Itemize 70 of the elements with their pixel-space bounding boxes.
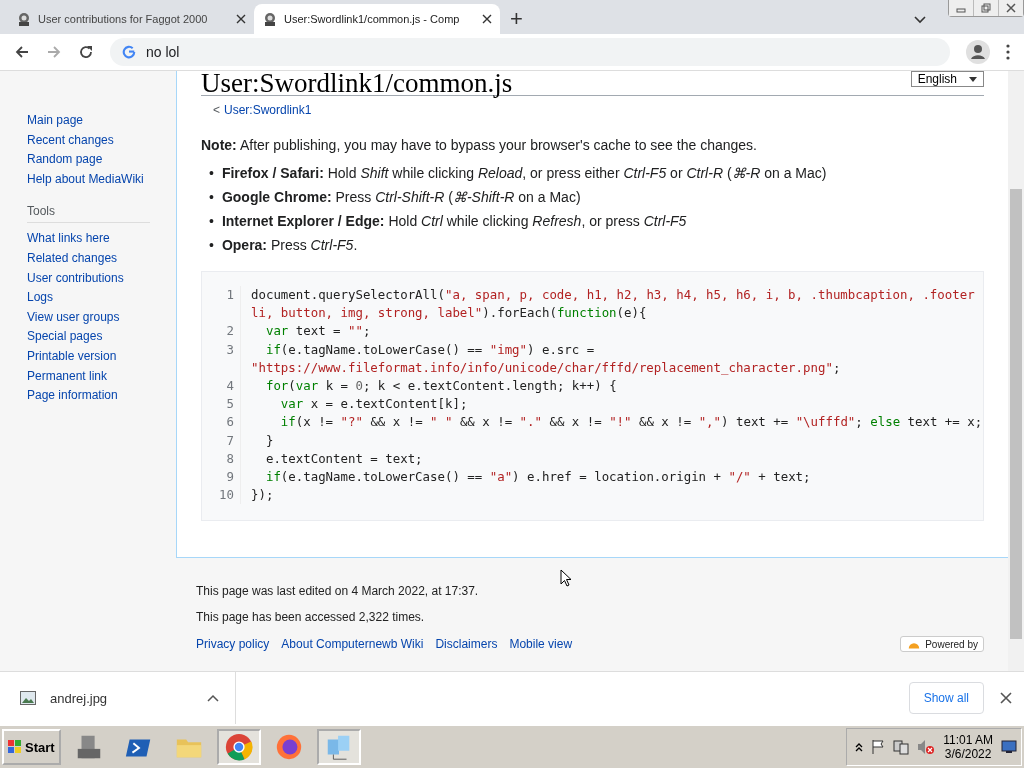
clock-time[interactable]: 11:01 AM: [943, 733, 993, 747]
sidebar-link[interactable]: Help about MediaWiki: [27, 169, 176, 190]
sidebar-link[interactable]: Main page: [27, 111, 176, 131]
scrollbar[interactable]: [1008, 71, 1024, 671]
close-button[interactable]: [998, 0, 1023, 16]
bullet: •: [209, 188, 214, 207]
sidebar-link[interactable]: Printable version: [27, 346, 176, 367]
close-icon[interactable]: [236, 14, 246, 24]
sidebar-link[interactable]: Related changes: [27, 248, 176, 269]
bullet: •: [209, 212, 214, 231]
sidebar-link[interactable]: What links here: [27, 229, 176, 249]
restore-button[interactable]: [973, 0, 998, 16]
bullet: •: [209, 236, 214, 255]
sidebar-link[interactable]: Logs: [27, 288, 176, 308]
sidebar-link[interactable]: Random page: [27, 150, 176, 170]
browser-icon: [223, 732, 254, 762]
footer-link[interactable]: Privacy policy: [196, 637, 270, 652]
instruction-item: Internet Explorer / Edge: Hold Ctrl while clicking Refresh, or press Ctrl-F5: [221, 212, 687, 231]
footer-text: This page was last edited on 4 March 2022, at 17:37.: [196, 584, 480, 599]
chevron-down-icon[interactable]: [914, 16, 926, 24]
sidebar-link[interactable]: User contributions: [27, 268, 176, 289]
note-text: Note: After publishing, you may have to bypass your browser's cache to see the changes.: [201, 137, 758, 153]
show-desktop-icon[interactable]: [1001, 740, 1017, 754]
restore-icon: [980, 2, 992, 14]
mouse-cursor-icon: [560, 569, 572, 587]
network-icon[interactable]: [893, 739, 910, 755]
breadcrumb-link[interactable]: User:Swordlink1: [224, 103, 312, 117]
browser-tab[interactable]: User contributions for Faggot 2000: [8, 4, 254, 34]
windows-logo-icon: [8, 740, 22, 754]
image-file-icon: [20, 691, 36, 705]
speaker-muted-icon[interactable]: [917, 739, 936, 755]
show-all-button[interactable]: Show all: [908, 682, 984, 714]
favicon-icon: [262, 11, 278, 27]
back-icon[interactable]: [14, 44, 30, 60]
flag-icon[interactable]: [871, 739, 886, 755]
footer-link[interactable]: Disclaimers: [435, 637, 498, 652]
address-bar[interactable]: no lol: [110, 38, 950, 66]
footer-link[interactable]: About Computernewb Wiki: [281, 637, 424, 652]
menu-icon[interactable]: [1006, 44, 1010, 60]
footer-text: This page has been accessed 2,322 times.: [196, 610, 426, 625]
new-tab-button[interactable]: +: [500, 4, 533, 34]
close-icon[interactable]: [482, 14, 492, 24]
sidebar-link[interactable]: Recent changes: [27, 130, 176, 151]
browser-tab[interactable]: User:Swordlink1/common.js - Comp: [254, 4, 500, 34]
start-button[interactable]: Start: [2, 729, 61, 765]
download-filename[interactable]: andrej.jpg: [50, 690, 193, 706]
sidebar-link[interactable]: Permanent link: [27, 366, 176, 387]
powered-by-badge[interactable]: Powered by: [900, 636, 984, 653]
reload-icon[interactable]: [78, 44, 94, 60]
sidebar-link[interactable]: Page information: [27, 386, 176, 406]
instruction-item: Opera: Press Ctrl-F5.: [221, 236, 358, 255]
caret-down-icon: [969, 76, 977, 82]
profile-icon[interactable]: [966, 40, 990, 64]
close-icon[interactable]: [1000, 692, 1012, 704]
bullet: •: [209, 164, 214, 183]
google-icon: [122, 45, 136, 59]
sidebar-link[interactable]: View user groups: [27, 307, 176, 328]
chevron-up-icon[interactable]: [855, 742, 864, 752]
sidebar-heading: Tools: [27, 204, 150, 224]
favicon-icon: [16, 11, 32, 27]
sidebar-link[interactable]: Special pages: [27, 327, 176, 347]
instruction-item: Firefox / Safari: Hold Shift while clicking Reload, or press either Ctrl-F5 or Ctrl-R (⌘-R on a Mac): [221, 164, 827, 183]
clock-date[interactable]: 3/6/2022: [944, 747, 992, 761]
footer-link[interactable]: Mobile view: [509, 637, 573, 652]
taskbar-app[interactable]: [216, 729, 261, 765]
instruction-item: Google Chrome: Press Ctrl-Shift-R (⌘-Shift-R on a Mac): [221, 188, 581, 207]
breadcrumb-arrow: <: [213, 103, 220, 117]
language-dropdown[interactable]: English: [910, 71, 984, 87]
close-icon: [1005, 2, 1017, 14]
chevron-up-icon[interactable]: [207, 694, 219, 702]
